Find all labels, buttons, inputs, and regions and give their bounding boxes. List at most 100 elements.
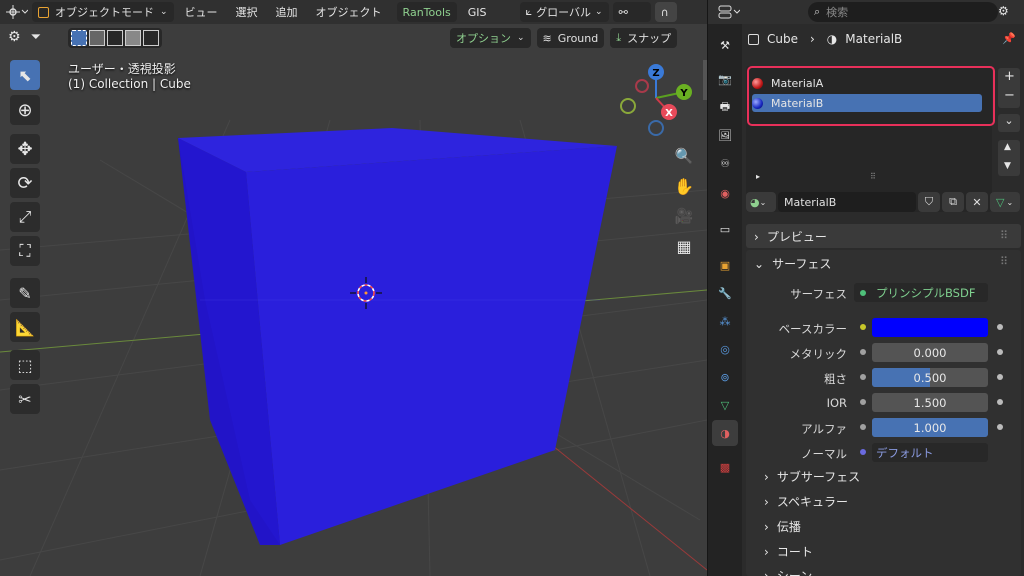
shield-icon: ⛉ [924,195,934,208]
snap-toggle[interactable]: ∩ [654,2,677,22]
keyframe-dot[interactable] [997,349,1003,355]
browse-material-button[interactable]: ◕ ⌄ [746,192,776,212]
tab-tool[interactable]: ⚒ [712,32,738,58]
surface-section-header[interactable]: ⌄ サーフェス [754,255,831,272]
expand-triangle-icon[interactable]: ▸ [756,172,760,181]
gis-menu[interactable]: GIS [461,6,494,19]
fake-user-button[interactable]: ⛉ [918,192,940,212]
drag-handle-icon[interactable]: ⠿ [1000,255,1008,268]
keyframe-dot[interactable] [997,324,1003,330]
snap-button[interactable]: ⤓ スナップ [610,28,678,48]
tab-particles[interactable]: ⁂ [712,308,738,334]
keyframe-dot[interactable] [997,399,1003,405]
options-dropdown[interactable]: オプション ⌄ [450,28,531,48]
subsurface-section[interactable]: › サブサーフェス [764,468,860,485]
move-up-icon[interactable]: ▲ [1004,142,1011,152]
search-field[interactable]: ⌕ 検索 [808,2,998,22]
box-icon: ▭ [719,222,731,236]
keyframe-dot[interactable] [997,374,1003,380]
scale-tool[interactable]: ⤢ [10,202,40,232]
material-slot-a[interactable]: MaterialA [752,74,982,92]
resize-grip-icon[interactable]: ⠿ [870,172,876,181]
transform-tool[interactable]: ⛶ [10,236,40,266]
pivot-dropdown[interactable]: ⚯ [612,2,651,22]
object-breadcrumb-icon [748,33,759,45]
chevron-down-icon: ⌄ [754,256,765,271]
world-icon: ◉ [720,186,730,200]
select-invert-icon[interactable] [125,30,141,46]
ior-field[interactable]: 1.500 [872,393,988,412]
measure-tool[interactable]: 📐 [10,312,40,342]
base-color-swatch[interactable] [872,318,988,337]
tab-scene[interactable]: ♾ [712,150,738,176]
move-tool[interactable]: ✥ [10,134,40,164]
sheen-section[interactable]: › シーン [764,567,812,576]
tab-data[interactable]: ▽ [712,392,738,418]
tab-material[interactable]: ◑ [712,420,738,446]
alpha-slider[interactable]: 1.000 [872,418,988,437]
menu-object[interactable]: オブジェクト [309,4,389,20]
tab-modifiers[interactable]: 🔧 [712,280,738,306]
material-slot-b[interactable]: MaterialB [752,94,982,112]
keyframe-dot[interactable] [997,424,1003,430]
properties-editor-type-icon[interactable] [718,1,740,23]
normal-selector[interactable]: デフォルト [872,443,988,462]
tab-physics[interactable]: ◎ [712,336,738,362]
tab-constraints[interactable]: ⊚ [712,364,738,390]
specular-section[interactable]: › スペキュラー [764,493,848,510]
ortho-toggle-button[interactable]: ▦ [670,232,698,260]
mode-dropdown[interactable]: オブジェクトモード ⌄ [32,2,174,22]
3d-viewport[interactable]: オブジェクトモード ⌄ ビュー 選択 追加 オブジェクト RanTools GI… [0,0,707,576]
slot-specials-button[interactable]: ⌄ [998,114,1020,132]
tab-world[interactable]: ◉ [712,180,738,206]
select-extend-icon[interactable] [89,30,105,46]
rantools-tab[interactable]: RanTools [396,2,457,22]
surface-shader-selector[interactable]: プリンシプルBSDF [854,283,988,302]
base-color-label: ベースカラー [778,322,847,336]
menu-select[interactable]: 選択 [229,4,265,20]
move-down-icon[interactable]: ▼ [1004,161,1011,171]
tab-collection[interactable]: ▭ [712,216,738,242]
coat-section[interactable]: › コート [764,543,813,560]
filter-icon[interactable]: ⏷ [31,30,41,45]
camera-button[interactable]: 🎥 [670,202,698,230]
select-box-tool[interactable]: ⬉ [10,60,40,90]
unlink-button[interactable]: ✕ [966,192,988,212]
menu-view[interactable]: ビュー [178,4,225,20]
metallic-slider[interactable]: 0.000 [872,343,988,362]
pan-button[interactable]: ✋ [670,172,698,200]
editor-type-icon[interactable] [6,1,28,23]
annotate-tool[interactable]: ✎ [10,278,40,308]
remove-slot-icon[interactable]: − [1004,88,1015,103]
cursor-tool[interactable]: ⊕ [10,95,40,125]
select-subtract-icon[interactable] [107,30,123,46]
zoom-button[interactable]: 🔍 [670,142,698,170]
duplicate-button[interactable]: ⧉ [942,192,964,212]
tab-object[interactable]: ▣ [712,252,738,278]
tab-render[interactable]: 📷 [712,66,738,92]
tab-output[interactable]: 🖶 [712,94,738,120]
tab-texture[interactable]: ▩ [712,454,738,480]
ground-button[interactable]: ≋ Ground [536,28,605,48]
link-type-dropdown[interactable]: ▽ ⌄ [990,192,1020,212]
select-new-icon[interactable] [71,30,87,46]
add-slot-icon[interactable]: + [1004,69,1015,84]
menu-add[interactable]: 追加 [269,4,305,20]
extra-tool[interactable]: ✂ [10,384,40,414]
material-name-field[interactable]: MaterialB [778,192,916,212]
rotate-tool[interactable]: ⟳ [10,168,40,198]
navigation-gizmo[interactable]: Z Y X [612,62,704,138]
pin-icon[interactable]: 📌 [1002,32,1016,45]
ior-label: IOR [826,396,847,410]
tab-view-layer[interactable]: 🖼 [712,122,738,148]
transmission-section[interactable]: › 伝播 [764,518,801,535]
drag-handle-icon[interactable]: ⠿ [1000,229,1008,242]
roughness-slider[interactable]: 0.500 [872,368,988,387]
options-icon[interactable]: ⚙ [998,4,1009,18]
orientation-icon: ⟀ [525,5,533,18]
gear-icon[interactable]: ⚙ [8,29,21,45]
transform-orientation-dropdown[interactable]: ⟀ グローバル ⌄ [519,2,609,22]
float-socket-icon [860,374,866,380]
add-cube-tool[interactable]: ⬚ [10,350,40,380]
select-intersect-icon[interactable] [143,30,159,46]
